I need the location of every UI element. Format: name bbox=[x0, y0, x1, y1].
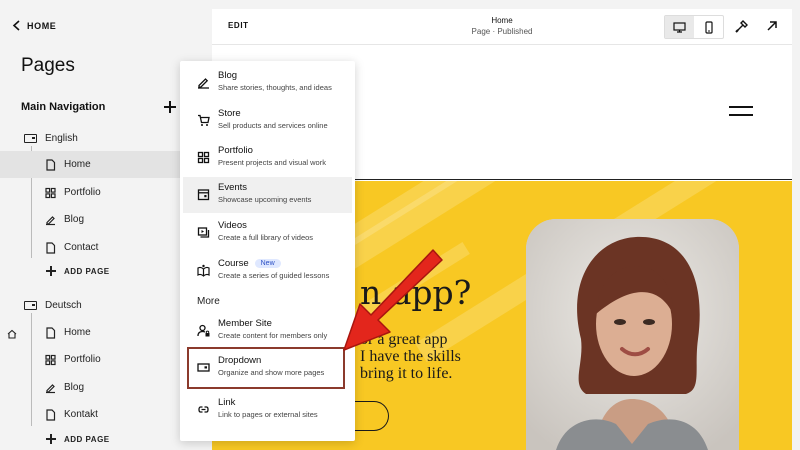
more-section-heading: More bbox=[197, 296, 220, 307]
events-icon bbox=[197, 189, 210, 201]
portfolio-grid-icon bbox=[45, 354, 56, 365]
menu-item-description: Present projects and visual work bbox=[218, 158, 326, 167]
mobile-view-button[interactable] bbox=[694, 16, 723, 38]
page-icon bbox=[46, 241, 56, 254]
main-navigation-header: Main Navigation bbox=[21, 101, 176, 113]
menu-item-description: Create a series of guided lessons bbox=[218, 271, 330, 280]
new-badge: New bbox=[254, 259, 281, 268]
blog-icon bbox=[46, 383, 55, 393]
member-site-icon bbox=[197, 324, 210, 337]
menu-item-title: Portfolio bbox=[218, 145, 253, 156]
sidebar-item-label: Blog bbox=[64, 214, 85, 225]
menu-item-title: Blog bbox=[218, 70, 238, 81]
menu-item-title: Store bbox=[218, 108, 241, 119]
blog-icon bbox=[198, 78, 209, 89]
chevron-left-icon bbox=[12, 20, 20, 31]
nav-group-english[interactable]: English bbox=[24, 133, 78, 144]
dropdown-folder-icon bbox=[24, 301, 37, 310]
menu-item-title: Course New bbox=[218, 258, 281, 269]
page-title: Pages bbox=[21, 55, 75, 76]
menu-item-dropdown[interactable]: Dropdown Organize and show more pages bbox=[183, 350, 352, 386]
menu-item-description: Organize and show more pages bbox=[218, 368, 325, 377]
menu-item-store[interactable]: Store Sell products and services online bbox=[183, 103, 352, 139]
menu-item-title: Videos bbox=[218, 220, 247, 231]
blog-icon bbox=[46, 215, 55, 225]
menu-item-events[interactable]: Events Showcase upcoming events bbox=[183, 177, 352, 213]
nav-group-label: Deutsch bbox=[45, 300, 82, 311]
menu-item-title: Member Site bbox=[218, 318, 272, 329]
add-page-label: ADD PAGE bbox=[64, 434, 110, 444]
device-view-toggle bbox=[664, 15, 724, 39]
sidebar-item-label: Home bbox=[64, 327, 91, 338]
sidebar-item-label: Kontakt bbox=[64, 409, 98, 420]
link-icon bbox=[198, 406, 209, 413]
main-navigation-label: Main Navigation bbox=[21, 101, 106, 113]
menu-item-videos[interactable]: Videos Create a full library of videos bbox=[183, 215, 352, 251]
sidebar-item-label: Home bbox=[64, 159, 91, 170]
dropdown-folder-icon bbox=[24, 134, 37, 143]
sidebar-item-label: Portfolio bbox=[64, 354, 101, 365]
portrait-image bbox=[526, 219, 739, 450]
mobile-icon bbox=[704, 20, 713, 34]
app-root: HOME Pages Main Navigation English Home … bbox=[0, 0, 800, 450]
plus-icon bbox=[46, 434, 56, 444]
sidebar-item-label: Portfolio bbox=[64, 187, 101, 198]
editor-toolbar: EDIT Home Page · Published bbox=[212, 9, 792, 45]
menu-item-title: Dropdown bbox=[218, 355, 262, 366]
portrait-photo bbox=[526, 219, 739, 450]
back-home-button[interactable]: HOME bbox=[12, 20, 56, 31]
menu-item-description: Create a full library of videos bbox=[218, 233, 314, 242]
menu-item-blog[interactable]: Blog Share stories, thoughts, and ideas bbox=[183, 65, 352, 101]
add-page-menu: Blog Share stories, thoughts, and ideas … bbox=[180, 61, 355, 441]
desktop-view-button[interactable] bbox=[665, 16, 694, 38]
add-page-button[interactable]: ADD PAGE bbox=[46, 266, 110, 276]
add-page-button-de[interactable]: ADD PAGE bbox=[46, 434, 110, 444]
menu-item-member-site[interactable]: Member Site Create content for members o… bbox=[183, 313, 352, 349]
add-navigation-plus-icon[interactable] bbox=[164, 101, 176, 113]
menu-item-description: Create content for members only bbox=[218, 331, 328, 340]
store-cart-icon bbox=[198, 114, 210, 126]
menu-item-title: Link bbox=[218, 397, 236, 408]
add-page-label: ADD PAGE bbox=[64, 266, 110, 276]
menu-item-description: Showcase upcoming events bbox=[218, 195, 312, 204]
portfolio-grid-icon bbox=[45, 187, 56, 198]
page-icon bbox=[46, 158, 56, 171]
expand-arrow-icon[interactable] bbox=[764, 18, 780, 34]
hero-subtext: or a great app I have the skills bring i… bbox=[360, 331, 461, 382]
page-icon bbox=[46, 326, 56, 339]
videos-icon bbox=[197, 227, 210, 238]
sidebar-item-label: Blog bbox=[64, 382, 85, 393]
menu-item-description: Link to pages or external sites bbox=[218, 410, 318, 419]
nav-group-label: English bbox=[45, 133, 78, 144]
desktop-icon bbox=[673, 21, 686, 33]
menu-item-description: Share stories, thoughts, and ideas bbox=[218, 83, 332, 92]
menu-item-course[interactable]: Course New Create a series of guided less… bbox=[183, 253, 352, 289]
portfolio-grid-icon bbox=[197, 151, 210, 164]
course-title-text: Course bbox=[218, 258, 249, 269]
menu-item-title: Events bbox=[218, 182, 248, 193]
hero-headline: n app? bbox=[360, 273, 472, 312]
plus-icon bbox=[46, 266, 56, 276]
sidebar-item-label: Contact bbox=[64, 242, 99, 253]
menu-item-portfolio[interactable]: Portfolio Present projects and visual wo… bbox=[183, 140, 352, 176]
menu-item-link[interactable]: Link Link to pages or external sites bbox=[183, 392, 352, 428]
hamburger-menu-icon[interactable] bbox=[729, 106, 753, 116]
dropdown-icon bbox=[197, 363, 210, 372]
course-icon bbox=[197, 264, 210, 277]
menu-item-description: Sell products and services online bbox=[218, 121, 328, 130]
page-icon bbox=[46, 408, 56, 421]
design-brush-icon[interactable] bbox=[734, 18, 750, 34]
back-home-label: HOME bbox=[27, 20, 57, 31]
nav-group-deutsch[interactable]: Deutsch bbox=[24, 300, 82, 311]
